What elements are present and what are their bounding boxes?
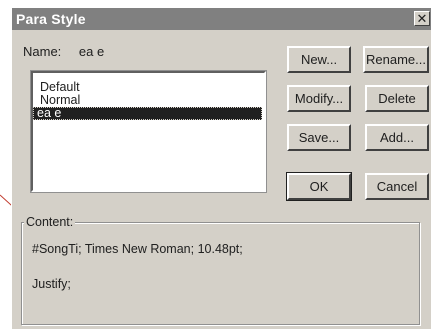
close-button[interactable]: ✕	[414, 11, 430, 26]
new-button[interactable]: New...	[287, 46, 351, 73]
content-font-line: #SongTi; Times New Roman; 10.48pt;	[32, 242, 243, 256]
style-listbox[interactable]: Default Normal ea e	[30, 70, 267, 193]
cancel-button[interactable]: Cancel	[365, 173, 429, 200]
content-label: Content:	[24, 215, 76, 229]
dialog-title: Para Style	[16, 11, 86, 27]
para-style-dialog: Para Style ✕ Name: ea e Default Normal e…	[11, 7, 431, 329]
name-label: Name:	[23, 44, 62, 59]
content-alignment-line: Justify;	[32, 277, 71, 291]
content-groupbox	[21, 222, 420, 325]
add-button[interactable]: Add...	[365, 124, 429, 151]
title-bar[interactable]: Para Style ✕	[12, 8, 431, 30]
rename-button[interactable]: Rename...	[363, 46, 429, 73]
list-item-normal[interactable]: Normal	[33, 94, 264, 107]
list-item-selected[interactable]: ea e	[33, 107, 262, 120]
ok-button[interactable]: OK	[286, 172, 352, 201]
name-value: ea e	[78, 44, 105, 59]
delete-button[interactable]: Delete	[365, 85, 429, 112]
name-row: Name: ea e	[23, 44, 104, 59]
modify-button[interactable]: Modify...	[287, 85, 351, 112]
save-button[interactable]: Save...	[287, 124, 351, 151]
